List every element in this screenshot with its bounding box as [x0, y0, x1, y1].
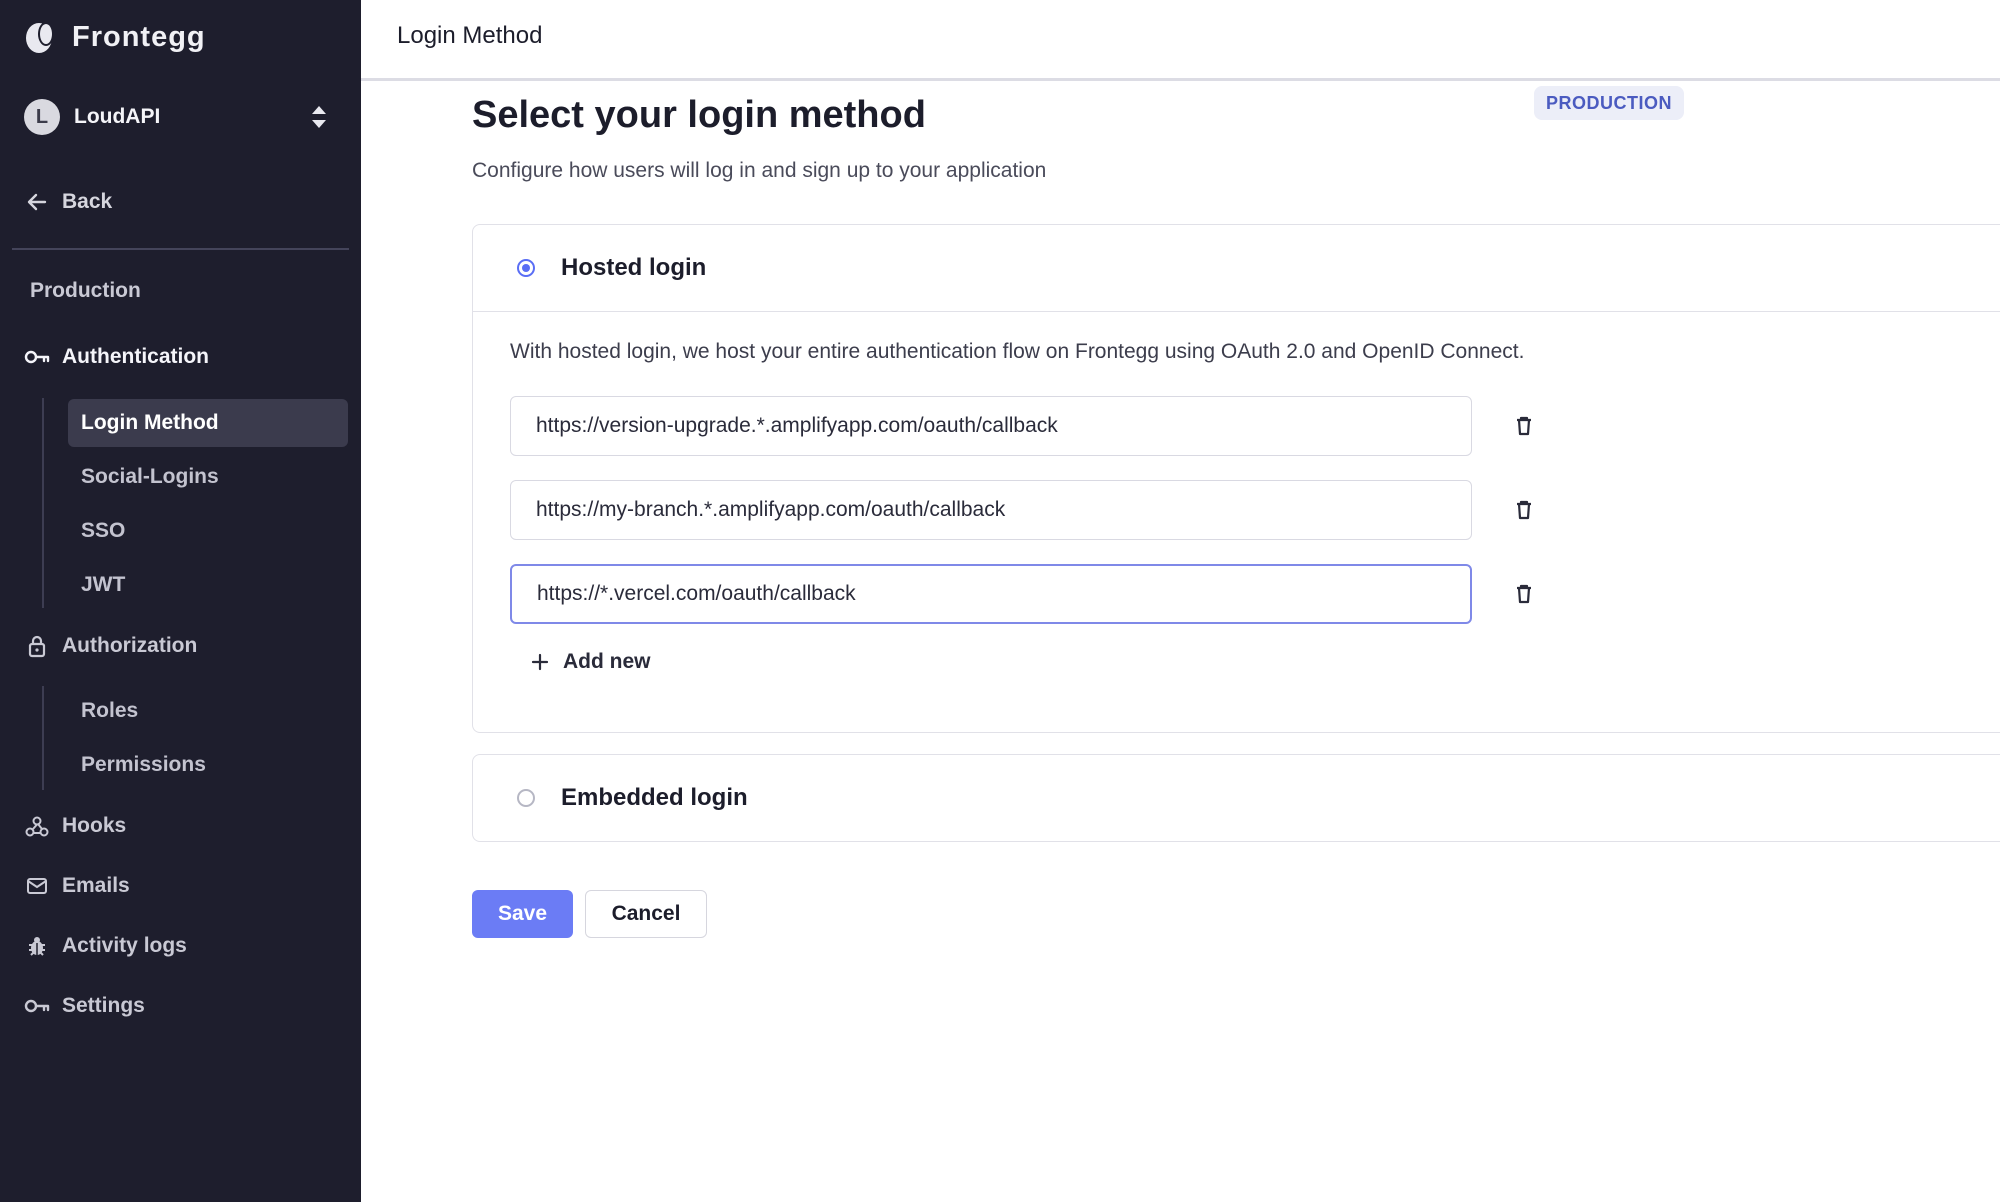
nav-activity-logs-label: Activity logs [62, 934, 187, 957]
embedded-login-option[interactable]: Embedded login [473, 755, 2000, 841]
hosted-login-option[interactable]: Hosted login [473, 225, 2000, 311]
page-breadcrumb-title: Login Method [397, 22, 543, 49]
sidebar-item-social-logins[interactable]: Social-Logins [68, 453, 348, 501]
brand-name: Frontegg [72, 20, 206, 53]
trash-icon[interactable] [1512, 582, 1536, 606]
key-icon [24, 344, 50, 370]
sidebar-item-jwt[interactable]: JWT [68, 561, 348, 609]
page-subtitle: Configure how users will log in and sign… [472, 159, 1047, 182]
key-icon [24, 993, 50, 1019]
unfold-icon[interactable] [309, 102, 329, 132]
save-button[interactable]: Save [472, 890, 573, 938]
cancel-button[interactable]: Cancel [585, 890, 707, 938]
sidebar-item-sso[interactable]: SSO [68, 507, 348, 555]
nav-settings[interactable]: Settings [24, 993, 145, 1019]
nav-authentication[interactable]: Authentication [24, 344, 209, 370]
nav-activity-logs[interactable]: Activity logs [24, 933, 187, 959]
sidebar-item-label: SSO [81, 519, 126, 542]
top-bar: Login Method [361, 0, 2000, 81]
sidebar-item-label: Login Method [81, 411, 219, 434]
sidebar-item-permissions[interactable]: Permissions [68, 741, 348, 789]
nav-emails[interactable]: Emails [24, 873, 130, 899]
nav-authentication-label: Authentication [62, 345, 209, 368]
redirect-url-input[interactable] [510, 564, 1472, 624]
hosted-login-description: With hosted login, we host your entire a… [510, 340, 1525, 363]
environment-badge: PRODUCTION [1534, 86, 1684, 120]
sidebar-item-label: Social-Logins [81, 465, 219, 488]
page-title: Select your login method [472, 94, 926, 136]
nav-hooks[interactable]: Hooks [24, 813, 126, 839]
sidebar-item-label: JWT [81, 573, 126, 596]
nav-authorization-label: Authorization [62, 634, 198, 657]
auth-subnav-line [42, 398, 44, 608]
hosted-login-card: Hosted login With hosted login, we host … [472, 224, 2000, 733]
nav-hooks-label: Hooks [62, 814, 127, 837]
add-new-label: Add new [563, 650, 651, 673]
environment-label: Production [30, 279, 141, 302]
workspace-switcher[interactable]: L LoudAPI [24, 98, 329, 136]
redirect-url-row [510, 396, 1550, 456]
sidebar: Frontegg L LoudAPI Back Production Authe… [0, 0, 361, 1202]
redirect-url-input[interactable] [510, 480, 1472, 540]
redirect-url-row [510, 480, 1550, 540]
embedded-login-card: Embedded login [472, 754, 2000, 842]
hosted-login-body: With hosted login, we host your entire a… [473, 311, 2000, 732]
trash-icon[interactable] [1512, 498, 1536, 522]
hosted-login-title: Hosted login [561, 254, 707, 281]
workspace-avatar: L [24, 99, 60, 135]
nav-settings-label: Settings [62, 994, 145, 1017]
nav-emails-label: Emails [62, 874, 130, 897]
sidebar-item-label: Permissions [81, 753, 206, 776]
sidebar-item-label: Roles [81, 699, 139, 722]
redirect-url-input[interactable] [510, 396, 1472, 456]
hosted-login-radio[interactable] [517, 259, 535, 277]
sidebar-divider [12, 248, 349, 250]
bug-icon [24, 933, 50, 959]
sidebar-item-login-method[interactable]: Login Method [68, 399, 348, 447]
embedded-login-radio[interactable] [517, 789, 535, 807]
mail-icon [24, 873, 50, 899]
back-label: Back [62, 190, 113, 213]
back-link[interactable]: Back [26, 190, 112, 214]
redirect-url-row [510, 564, 1550, 624]
frontegg-logo-icon [26, 22, 54, 53]
plus-icon [531, 653, 549, 671]
authz-subnav-line [42, 686, 44, 790]
embedded-login-title: Embedded login [561, 784, 748, 811]
nav-authorization[interactable]: Authorization [24, 633, 197, 659]
add-new-url-button[interactable]: Add new [531, 650, 651, 674]
workspace-name: LoudAPI [74, 105, 161, 128]
brand[interactable]: Frontegg [24, 20, 206, 54]
arrow-left-icon [27, 193, 47, 211]
webhook-icon [24, 813, 50, 839]
sidebar-item-roles[interactable]: Roles [68, 687, 348, 735]
lock-icon [24, 633, 50, 659]
trash-icon[interactable] [1512, 414, 1536, 438]
